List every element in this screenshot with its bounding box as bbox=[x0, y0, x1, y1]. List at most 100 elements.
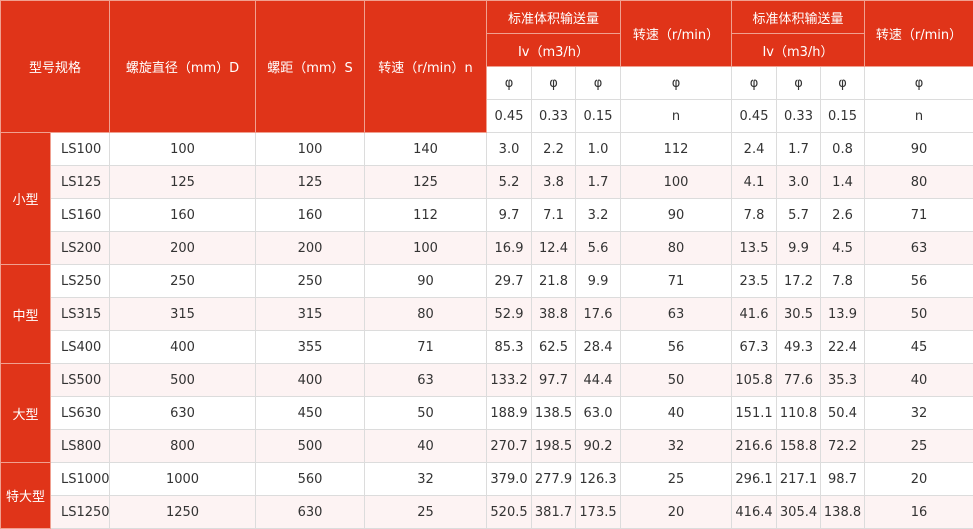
table-cell: 112 bbox=[365, 199, 487, 232]
table-row: LS63063045050188.9138.563.040151.1110.85… bbox=[1, 397, 973, 430]
table-cell: 35.3 bbox=[821, 364, 865, 397]
table-cell: 62.5 bbox=[532, 331, 576, 364]
header-flow-group-2: 标准体积输送量 bbox=[732, 1, 865, 34]
table-cell: 25 bbox=[365, 496, 487, 529]
table-cell: 28.4 bbox=[576, 331, 621, 364]
table-row: LS1250125063025520.5381.7173.520416.4305… bbox=[1, 496, 973, 529]
header-speed-2: 转速（r/min） bbox=[621, 1, 732, 67]
group-label: 大型 bbox=[1, 364, 51, 463]
table-cell: 30.5 bbox=[777, 298, 821, 331]
table-cell: 250 bbox=[256, 265, 365, 298]
phi-label: φ bbox=[821, 67, 865, 100]
model-cell: LS800 bbox=[51, 430, 110, 463]
table-cell: 1000 bbox=[110, 463, 256, 496]
table-cell: 72.2 bbox=[821, 430, 865, 463]
table-cell: 0.8 bbox=[821, 133, 865, 166]
table-cell: 5.7 bbox=[777, 199, 821, 232]
spec-table: 型号规格 螺旋直径（mm）D 螺距（mm）S 转速（r/min）n 标准体积输送… bbox=[0, 0, 973, 529]
table-cell: 63 bbox=[865, 232, 973, 265]
table-cell: 198.5 bbox=[532, 430, 576, 463]
table-cell: 158.8 bbox=[777, 430, 821, 463]
model-cell: LS630 bbox=[51, 397, 110, 430]
table-cell: 1.7 bbox=[777, 133, 821, 166]
table-cell: 200 bbox=[256, 232, 365, 265]
table-cell: 110.8 bbox=[777, 397, 821, 430]
table-cell: 38.8 bbox=[532, 298, 576, 331]
table-cell: 80 bbox=[365, 298, 487, 331]
table-cell: 21.8 bbox=[532, 265, 576, 298]
table-row: 特大型LS1000100056032379.0277.9126.325296.1… bbox=[1, 463, 973, 496]
table-cell: 90.2 bbox=[576, 430, 621, 463]
table-row: LS4004003557185.362.528.45667.349.322.44… bbox=[1, 331, 973, 364]
table-cell: 3.0 bbox=[777, 166, 821, 199]
table-row: 中型LS2502502509029.721.89.97123.517.27.85… bbox=[1, 265, 973, 298]
table-cell: 67.3 bbox=[732, 331, 777, 364]
table-cell: 560 bbox=[256, 463, 365, 496]
table-cell: 160 bbox=[256, 199, 365, 232]
table-cell: 90 bbox=[621, 199, 732, 232]
phi-label: φ bbox=[487, 67, 532, 100]
table-cell: 277.9 bbox=[532, 463, 576, 496]
coef-label: 0.15 bbox=[821, 100, 865, 133]
table-cell: 41.6 bbox=[732, 298, 777, 331]
model-cell: LS315 bbox=[51, 298, 110, 331]
table-cell: 71 bbox=[621, 265, 732, 298]
coef-label: 0.45 bbox=[732, 100, 777, 133]
table-cell: 17.6 bbox=[576, 298, 621, 331]
table-cell: 520.5 bbox=[487, 496, 532, 529]
table-cell: 20 bbox=[865, 463, 973, 496]
header-diameter: 螺旋直径（mm）D bbox=[110, 1, 256, 133]
table-cell: 381.7 bbox=[532, 496, 576, 529]
model-cell: LS500 bbox=[51, 364, 110, 397]
table-cell: 160 bbox=[110, 199, 256, 232]
table-cell: 50.4 bbox=[821, 397, 865, 430]
table-cell: 45 bbox=[865, 331, 973, 364]
table-cell: 126.3 bbox=[576, 463, 621, 496]
model-cell: LS1250 bbox=[51, 496, 110, 529]
table-cell: 138.5 bbox=[532, 397, 576, 430]
table-cell: 1250 bbox=[110, 496, 256, 529]
table-cell: 49.3 bbox=[777, 331, 821, 364]
table-cell: 56 bbox=[621, 331, 732, 364]
table-cell: 100 bbox=[256, 133, 365, 166]
table-cell: 5.6 bbox=[576, 232, 621, 265]
table-cell: 63.0 bbox=[576, 397, 621, 430]
model-cell: LS250 bbox=[51, 265, 110, 298]
table-cell: 125 bbox=[110, 166, 256, 199]
table-cell: 400 bbox=[110, 331, 256, 364]
table-cell: 90 bbox=[865, 133, 973, 166]
table-cell: 16 bbox=[865, 496, 973, 529]
table-cell: 80 bbox=[621, 232, 732, 265]
table-cell: 4.1 bbox=[732, 166, 777, 199]
model-cell: LS160 bbox=[51, 199, 110, 232]
table-cell: 50 bbox=[621, 364, 732, 397]
table-cell: 32 bbox=[621, 430, 732, 463]
table-cell: 32 bbox=[365, 463, 487, 496]
table-cell: 315 bbox=[110, 298, 256, 331]
table-cell: 56 bbox=[865, 265, 973, 298]
table-cell: 85.3 bbox=[487, 331, 532, 364]
table-cell: 379.0 bbox=[487, 463, 532, 496]
table-cell: 71 bbox=[365, 331, 487, 364]
table-cell: 305.4 bbox=[777, 496, 821, 529]
table-cell: 17.2 bbox=[777, 265, 821, 298]
table-cell: 500 bbox=[256, 430, 365, 463]
table-cell: 133.2 bbox=[487, 364, 532, 397]
coef-label: 0.33 bbox=[777, 100, 821, 133]
table-cell: 400 bbox=[256, 364, 365, 397]
phi-label: φ bbox=[576, 67, 621, 100]
table-cell: 29.7 bbox=[487, 265, 532, 298]
table-cell: 9.7 bbox=[487, 199, 532, 232]
phi-label: φ bbox=[621, 67, 732, 100]
table-row: 大型LS50050040063133.297.744.450105.877.63… bbox=[1, 364, 973, 397]
table-cell: 9.9 bbox=[576, 265, 621, 298]
table-cell: 3.8 bbox=[532, 166, 576, 199]
table-cell: 98.7 bbox=[821, 463, 865, 496]
table-cell: 52.9 bbox=[487, 298, 532, 331]
header-speed-3: 转速（r/min） bbox=[865, 1, 973, 67]
table-cell: 25 bbox=[865, 430, 973, 463]
header-flow-group-1: 标准体积输送量 bbox=[487, 1, 621, 34]
table-cell: 20 bbox=[621, 496, 732, 529]
table-cell: 7.8 bbox=[732, 199, 777, 232]
model-cell: LS200 bbox=[51, 232, 110, 265]
